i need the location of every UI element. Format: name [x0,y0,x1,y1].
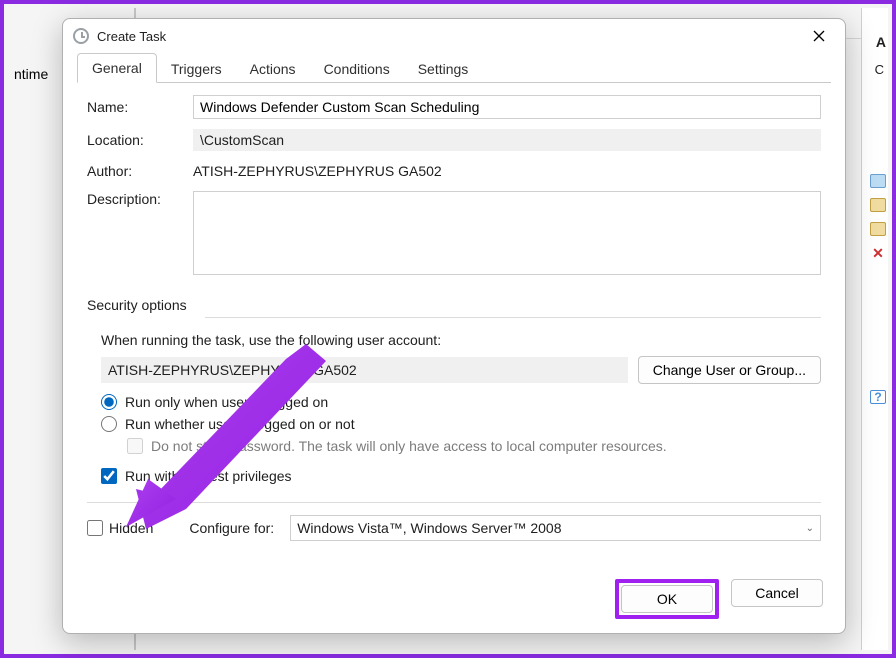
bg-icon-3 [870,222,886,236]
configure-for-label: Configure for: [189,520,274,536]
cancel-button[interactable]: Cancel [731,579,823,607]
bg-actions-heading: A [876,34,886,50]
highest-privileges-row[interactable]: Run with highest privileges [101,468,821,484]
dialog-title: Create Task [97,29,166,44]
radio-logged-or-not-row[interactable]: Run whether user is logged on or not [101,416,821,432]
no-store-password-label: Do not store password. The task will onl… [151,438,667,454]
bg-icon-help: ? [870,390,886,404]
configure-for-value: Windows Vista™, Windows Server™ 2008 [297,520,561,536]
highest-privileges-check[interactable] [101,468,117,484]
radio-logged-on-label: Run only when user is logged on [125,394,328,410]
radio-logged-on-row[interactable]: Run only when user is logged on [101,394,821,410]
close-icon [813,30,825,42]
ok-highlight: OK [615,579,719,619]
no-store-password-row: Do not store password. The task will onl… [127,438,821,454]
hidden-label: Hidden [109,520,153,536]
separator [87,502,821,503]
author-value: ATISH-ZEPHYRUS\ZEPHYRUS GA502 [193,161,821,181]
bg-actions-icons: ✕ ? [870,174,886,404]
location-label: Location: [87,132,193,148]
bg-actions-letter: C [875,62,884,77]
chevron-down-icon: ⌄ [806,523,814,534]
bg-icon-delete: ✕ [870,246,886,260]
security-options-group: Security options When running the task, … [87,297,821,490]
tab-triggers[interactable]: Triggers [157,55,236,83]
author-label: Author: [87,163,193,179]
highest-privileges-label: Run with highest privileges [125,468,292,484]
bg-icon-2 [870,198,886,212]
tab-actions[interactable]: Actions [236,55,310,83]
description-label: Description: [87,191,193,207]
description-input[interactable] [193,191,821,275]
dialog-buttons: OK Cancel [63,567,845,633]
clock-icon [73,28,89,44]
tab-panel-general: Name: Location: \CustomScan Author: ATIS… [63,83,845,567]
tab-conditions[interactable]: Conditions [310,55,404,83]
close-button[interactable] [803,24,835,48]
ok-button[interactable]: OK [621,585,713,613]
radio-logged-on[interactable] [101,394,117,410]
tabstrip: General Triggers Actions Conditions Sett… [63,53,845,83]
security-options-label: Security options [87,297,821,313]
location-value: \CustomScan [193,129,821,151]
tab-settings[interactable]: Settings [404,55,483,83]
screenshot-frame: ntime A C ✕ ? Create Task General Trigge… [0,0,896,658]
bg-left-text: ntime [14,66,48,82]
no-store-password-check [127,438,143,454]
radio-logged-or-not-label: Run whether user is logged on or not [125,416,355,432]
name-input[interactable] [193,95,821,119]
group-rule [205,317,821,318]
radio-logged-or-not[interactable] [101,416,117,432]
bg-icon-1 [870,174,886,188]
account-value: ATISH-ZEPHYRUS\ZEPHYRUS GA502 [101,357,628,383]
configure-for-dropdown[interactable]: Windows Vista™, Windows Server™ 2008 ⌄ [290,515,821,541]
name-label: Name: [87,99,193,115]
create-task-dialog: Create Task General Triggers Actions Con… [62,18,846,634]
hidden-row[interactable]: Hidden [87,520,153,536]
hidden-check[interactable] [87,520,103,536]
titlebar: Create Task [63,19,845,53]
change-user-button[interactable]: Change User or Group... [638,356,821,384]
security-account-text: When running the task, use the following… [101,332,821,348]
tab-general[interactable]: General [77,53,157,83]
bottom-row: Hidden Configure for: Windows Vista™, Wi… [87,515,821,541]
